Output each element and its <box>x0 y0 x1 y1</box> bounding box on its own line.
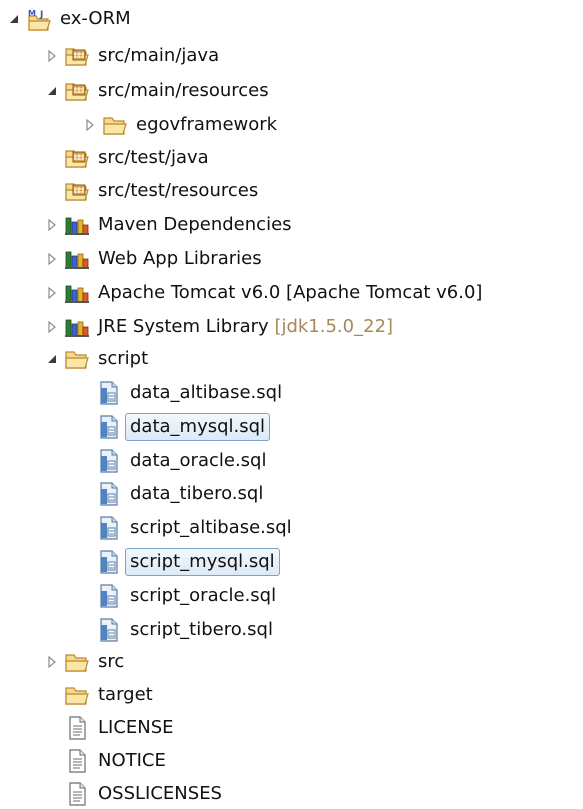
source-folder-icon <box>64 146 90 170</box>
tree-node-src[interactable]: src <box>44 647 126 677</box>
sql-file-icon <box>96 516 122 540</box>
tree-node-apache-tomcat[interactable]: Apache Tomcat v6.0 [Apache Tomcat v6.0] <box>44 278 484 308</box>
target-label: target <box>98 684 153 705</box>
src-main-resources-label: src/main/resources <box>98 80 269 101</box>
src-main-java-label: src/main/java <box>98 45 220 66</box>
tree-node-sql-file[interactable]: data_altibase.sql <box>96 378 284 408</box>
tree-node-sql-file[interactable]: data_oracle.sql <box>96 446 269 476</box>
expanded-arrow-icon[interactable] <box>44 351 60 367</box>
source-folder-icon <box>64 79 90 103</box>
sql-file-label: data_altibase.sql <box>130 382 283 403</box>
source-folder-icon <box>64 650 90 674</box>
text-file-icon <box>64 782 90 806</box>
expanded-arrow-icon[interactable] <box>44 83 60 99</box>
text-file-icon <box>64 716 90 740</box>
tree-node-sql-file[interactable]: script_oracle.sql <box>96 581 278 611</box>
collapsed-arrow-icon[interactable] <box>44 285 60 301</box>
folder-icon <box>102 113 128 137</box>
src-test-resources-label: src/test/resources <box>98 180 259 201</box>
sql-file-icon <box>96 550 122 574</box>
web-app-libraries-label: Web App Libraries <box>98 248 262 269</box>
osslicenses-label: OSSLICENSES <box>98 783 222 804</box>
folder-icon <box>64 683 90 707</box>
tree-node-script[interactable]: script <box>44 344 150 374</box>
tree-node-license[interactable]: LICENSE <box>44 713 176 743</box>
tree-node-src-test-resources[interactable]: src/test/resources <box>44 176 260 206</box>
library-icon <box>64 247 90 271</box>
tree-node-src-main-resources[interactable]: src/main/resources <box>44 76 271 106</box>
collapsed-arrow-icon[interactable] <box>44 48 60 64</box>
jre-version-decoration: [jdk1.5.0_22] <box>274 316 394 337</box>
collapsed-arrow-icon[interactable] <box>82 117 98 133</box>
sql-file-label: script_tibero.sql <box>130 619 273 640</box>
tree-node-osslicenses[interactable]: OSSLICENSES <box>44 779 224 809</box>
sql-file-icon <box>96 618 122 642</box>
tree-node-web-app-libraries[interactable]: Web App Libraries <box>44 244 264 274</box>
expanded-arrow-icon[interactable] <box>6 11 22 27</box>
sql-file-label: data_tibero.sql <box>130 483 264 504</box>
maven-library-icon <box>64 213 90 237</box>
project-badge-m: M <box>28 9 36 18</box>
tree-node-maven-dependencies[interactable]: Maven Dependencies <box>44 210 294 240</box>
apache-tomcat-label: Apache Tomcat v6.0 [Apache Tomcat v6.0] <box>98 282 483 303</box>
collapsed-arrow-icon[interactable] <box>44 654 60 670</box>
sql-file-label: script_oracle.sql <box>130 585 277 606</box>
tree-node-target[interactable]: target <box>44 680 155 710</box>
jre-system-library-label: JRE System Library <box>98 316 269 337</box>
source-folder-icon <box>64 179 90 203</box>
sql-file-label: script_mysql.sql <box>125 548 280 576</box>
tree-node-sql-file[interactable]: script_tibero.sql <box>96 615 275 645</box>
tree-node-src-test-java[interactable]: src/test/java <box>44 143 211 173</box>
maven-project-icon: M J <box>26 7 52 31</box>
tree-node-sql-file-selected[interactable]: script_mysql.sql <box>96 547 280 577</box>
egovframework-label: egovframework <box>136 114 278 135</box>
library-icon <box>64 315 90 339</box>
src-test-java-label: src/test/java <box>98 147 209 168</box>
script-label: script <box>98 348 149 369</box>
text-file-icon <box>64 749 90 773</box>
project-label: ex-ORM <box>60 8 131 29</box>
maven-dependencies-label: Maven Dependencies <box>98 214 292 235</box>
sql-file-label: script_altibase.sql <box>130 517 292 538</box>
tree-node-sql-file-selected[interactable]: data_mysql.sql <box>96 412 271 442</box>
sql-file-icon <box>96 415 122 439</box>
sql-file-label: data_oracle.sql <box>130 450 267 471</box>
library-icon <box>64 281 90 305</box>
tree-node-egovframework[interactable]: egovframework <box>82 110 279 140</box>
project-explorer-tree: M J ex-ORM src/main/java src/main/resour… <box>0 0 583 803</box>
tree-node-project[interactable]: M J ex-ORM <box>6 4 133 34</box>
src-label: src <box>98 651 125 672</box>
folder-icon <box>64 347 90 371</box>
license-label: LICENSE <box>98 717 174 738</box>
tree-node-jre-system-library[interactable]: JRE System Library [jdk1.5.0_22] <box>44 312 395 342</box>
tree-node-sql-file[interactable]: data_tibero.sql <box>96 479 265 509</box>
tree-node-sql-file[interactable]: script_altibase.sql <box>96 513 294 543</box>
project-badge-j: J <box>39 10 43 20</box>
tree-node-src-main-java[interactable]: src/main/java <box>44 41 221 71</box>
notice-label: NOTICE <box>98 750 166 771</box>
collapsed-arrow-icon[interactable] <box>44 251 60 267</box>
collapsed-arrow-icon[interactable] <box>44 217 60 233</box>
collapsed-arrow-icon[interactable] <box>44 319 60 335</box>
sql-file-icon <box>96 584 122 608</box>
sql-file-label: data_mysql.sql <box>125 413 271 441</box>
tree-node-notice[interactable]: NOTICE <box>44 746 168 776</box>
sql-file-icon <box>96 482 122 506</box>
source-folder-icon <box>64 44 90 68</box>
sql-file-icon <box>96 449 122 473</box>
sql-file-icon <box>96 381 122 405</box>
